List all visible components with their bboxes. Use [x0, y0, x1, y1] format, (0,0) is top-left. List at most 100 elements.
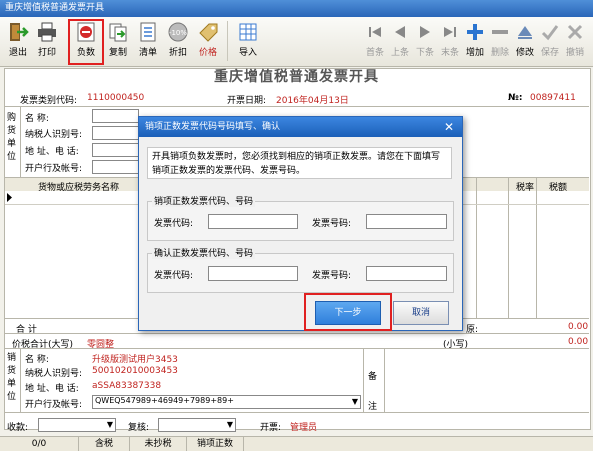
original-invoice-group: 销项正数发票代码、号码 发票代码: 发票号码:: [147, 194, 454, 241]
seller-address-value: aSSA83387338: [92, 381, 162, 391]
dialog-instructions: 开具销项负数发票时，您必须找到相应的销项正数发票。请您在下面填写销项正数发票的发…: [147, 147, 452, 179]
invoice-number-input[interactable]: [366, 214, 447, 229]
invoice-code-input[interactable]: [208, 214, 298, 229]
delete-row-button[interactable]: 删除: [486, 21, 514, 63]
exit-icon: [10, 23, 29, 41]
close-icon[interactable]: ✕: [438, 117, 460, 137]
next-step-button[interactable]: 下一步: [315, 301, 381, 325]
buyer-bank-label: 开户行及帐号:: [25, 164, 83, 174]
negative-icon: [77, 22, 95, 42]
confirm-code-label: 发票代码:: [154, 271, 194, 281]
minus-icon: [492, 30, 508, 34]
group-title: 确认正数发票代码、号码: [152, 246, 256, 259]
seller-name-label: 名 称:: [25, 355, 49, 365]
dialog-title-bar: 销项正数发票代码号码填写、确认: [139, 117, 462, 137]
save-button[interactable]: 保存: [536, 21, 564, 63]
edit-button[interactable]: 修改: [511, 21, 539, 63]
title-bar: 重庆增值税普通发票开具: [0, 0, 593, 17]
status-invoice-type: 销项正数: [187, 437, 244, 451]
plus-icon: [467, 24, 483, 40]
exit-button[interactable]: 退出: [4, 21, 32, 63]
discount-button[interactable]: -10% 折扣: [164, 21, 192, 63]
last-icon: [444, 27, 456, 37]
seller-side-label: 销货单位: [7, 353, 17, 402]
save-icon: [541, 25, 559, 41]
payee-select[interactable]: ▼: [38, 418, 116, 432]
last-record-button[interactable]: 末条: [436, 21, 464, 63]
total-numeric-value: 0.00: [568, 337, 589, 347]
buyer-taxid-input[interactable]: [92, 126, 139, 140]
import-button[interactable]: 导入: [234, 21, 262, 63]
list-icon: [140, 22, 156, 42]
remark-label: 备注: [368, 372, 378, 412]
buyer-side-label: 购货单位: [7, 113, 17, 162]
drawer-label: 开票:: [260, 423, 282, 433]
next-icon: [420, 26, 430, 38]
status-copy-state: 未抄税: [130, 437, 187, 451]
invoice-date-label: 开票日期:: [227, 96, 267, 106]
number-label: 发票号码:: [312, 219, 352, 229]
add-row-button[interactable]: 增加: [461, 21, 489, 63]
invoice-date-value: 2016年04月13日: [276, 96, 349, 106]
confirm-code-input[interactable]: [208, 266, 298, 281]
checker-label: 复核:: [128, 423, 150, 433]
buyer-name-input[interactable]: [92, 109, 139, 123]
invoice-no-label: №:: [508, 93, 523, 103]
seller-name-value: 升级版测试用户3453: [92, 355, 178, 365]
edit-icon: [518, 26, 532, 39]
confirm-number-input[interactable]: [366, 266, 447, 281]
print-button[interactable]: 打印: [33, 21, 61, 63]
copy-button[interactable]: 复制: [104, 21, 132, 63]
seller-address-label: 地 址、电 话:: [25, 384, 79, 394]
first-record-button[interactable]: 首条: [361, 21, 389, 63]
negative-invoice-button[interactable]: 负数: [68, 19, 104, 65]
chevron-down-icon[interactable]: ▼: [105, 419, 115, 431]
code-label: 发票代码:: [154, 219, 194, 229]
printer-icon: [38, 22, 56, 42]
divider: [4, 348, 589, 349]
cancel-icon: [567, 24, 583, 40]
divider: [4, 412, 589, 413]
checker-select[interactable]: ▼: [158, 418, 236, 432]
remark-textarea[interactable]: [388, 350, 587, 410]
group-title: 销项正数发票代码、号码: [152, 194, 256, 207]
seller-bank-label: 开户行及帐号:: [25, 400, 83, 410]
svg-text:-10%: -10%: [169, 29, 187, 37]
buyer-bank-input[interactable]: [92, 160, 139, 174]
seller-bank-select[interactable]: QWEQ547989+46949+7989+89+ ▼: [92, 395, 361, 409]
chevron-down-icon[interactable]: ▼: [350, 396, 360, 408]
confirm-invoice-group: 确认正数发票代码、号码 发票代码: 发票号码:: [147, 246, 454, 293]
divider: [363, 348, 364, 412]
positive-invoice-dialog: 销项正数发票代码号码填写、确认 ✕ 开具销项负数发票时，您必须找到相应的销项正数…: [138, 116, 463, 331]
toolbar: 退出 打印 负数 复制 清单 -10% 折扣 价格 导入 首条 上条 下条 末条…: [0, 17, 593, 67]
buyer-address-label: 地 址、电 话:: [25, 147, 79, 157]
invoice-code-label: 发票类别代码:: [20, 96, 78, 106]
next-record-button[interactable]: 下条: [411, 21, 439, 63]
prev-record-button[interactable]: 上条: [386, 21, 414, 63]
total-tax-value: 0.00: [568, 322, 589, 332]
toolbar-separator: [227, 21, 228, 61]
list-button[interactable]: 清单: [134, 21, 162, 63]
prev-icon: [395, 26, 405, 38]
window-title: 重庆增值税普通发票开具: [5, 3, 105, 13]
price-button[interactable]: 价格: [194, 21, 222, 63]
chevron-down-icon[interactable]: ▼: [225, 419, 235, 431]
dialog-title: 销项正数发票代码号码填写、确认: [145, 122, 281, 132]
buyer-taxid-label: 纳税人识别号:: [25, 130, 83, 140]
invoice-code-value: 1110000450: [87, 93, 145, 103]
cancel-button[interactable]: 取消: [393, 301, 449, 325]
divider: [20, 348, 21, 412]
drawer-value: 管理员: [290, 423, 318, 433]
first-icon: [369, 27, 381, 37]
seller-bank-value: QWEQ547989+46949+7989+89+: [95, 396, 234, 405]
seller-taxid-label: 纳税人识别号:: [25, 369, 83, 379]
divider: [384, 348, 385, 412]
seller-taxid-value: 500102010003453: [92, 366, 178, 376]
divider: [4, 333, 589, 334]
buyer-address-input[interactable]: [92, 143, 139, 157]
buyer-name-label: 名 称:: [25, 114, 49, 124]
row-pointer-icon: [7, 193, 12, 202]
invoice-title: 重庆增值税普通发票开具: [214, 69, 379, 85]
status-bar: 0/0 含税 未抄税 销项正数: [0, 436, 593, 451]
undo-button[interactable]: 撤销: [561, 21, 589, 63]
